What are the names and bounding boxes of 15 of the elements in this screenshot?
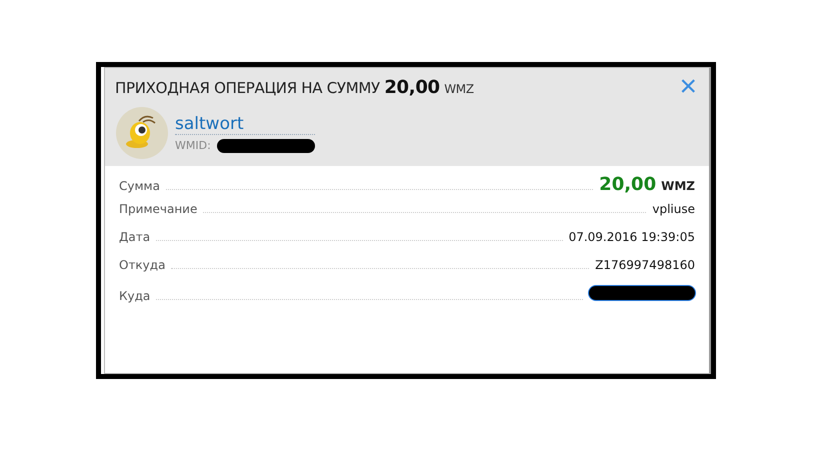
field-value: Z176997498160 [595, 258, 695, 272]
field-value: vpliuse [652, 202, 695, 216]
sender-name-link[interactable]: saltwort [175, 114, 315, 134]
field-label: Куда [119, 289, 150, 303]
field-label: Примечание [119, 202, 198, 216]
dialog-title: ПРИХОДНАЯ ОПЕРАЦИЯ НА СУММУ 20,00 WMZ [115, 76, 474, 98]
wmid-label: WMID: [175, 139, 211, 152]
field-label: Откуда [119, 258, 166, 272]
field-label: Сумма [119, 179, 160, 193]
currency-label: WMZ [661, 179, 695, 193]
field-label: Дата [119, 230, 150, 244]
amount-value: 20,00 [599, 174, 656, 195]
avatar-icon [115, 106, 169, 160]
field-value: 07.09.2016 19:39:05 [568, 230, 695, 244]
close-button[interactable]: × [677, 74, 699, 100]
